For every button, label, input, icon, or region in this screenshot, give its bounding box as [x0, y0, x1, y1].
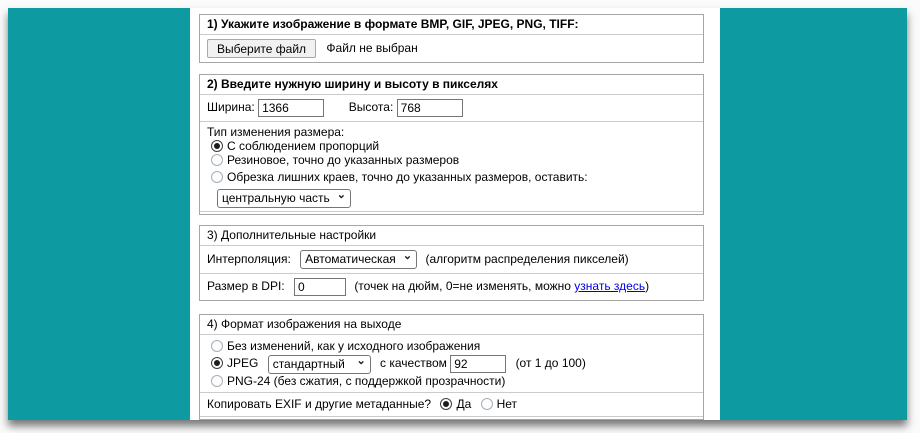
resize-option-stretch[interactable]: Резиновое, точно до указанных размеров	[207, 153, 696, 167]
page-background: 1) Укажите изображение в формате BMP, GI…	[8, 8, 907, 420]
format-option-png[interactable]: PNG-24 (без сжатия, с поддержкой прозрач…	[207, 374, 696, 388]
file-status-text: Файл не выбран	[326, 41, 417, 55]
resize-option-proportional[interactable]: С соблюдением пропорций	[207, 139, 696, 153]
resize-option-crop[interactable]: Обрезка лишних краев, точно до указанных…	[207, 167, 696, 208]
height-input[interactable]	[397, 99, 463, 117]
resize-type-label: Тип изменения размера:	[207, 125, 696, 139]
jpeg-quality-input[interactable]	[450, 355, 506, 373]
format-option-label[interactable]: Без изменений, как у исходного изображен…	[227, 339, 480, 353]
radio-unchecked-icon[interactable]	[211, 154, 223, 166]
radio-checked-icon[interactable]	[211, 357, 223, 369]
exif-question: Копировать EXIF и другие метаданные?	[207, 397, 431, 411]
jpeg-quality-hint: (от 1 до 100)	[516, 356, 586, 370]
dpi-info-link[interactable]: узнать здесь	[574, 279, 645, 293]
exif-row: Копировать EXIF и другие метаданные? Да …	[200, 392, 703, 416]
dpi-hint-prefix: (точек на дюйм, 0=не изменять, можно	[354, 279, 571, 293]
width-input[interactable]	[258, 99, 324, 117]
format-option-jpeg[interactable]: JPEG стандартный с качеством (от 1 до 10…	[207, 353, 696, 374]
section-output-title: 4) Формат изображения на выходе	[200, 315, 703, 334]
dpi-hint: (точек на дюйм, 0=не изменять, можно узн…	[354, 279, 649, 293]
jpeg-preset-select-wrap: стандартный	[268, 354, 371, 374]
interpolation-select[interactable]: Автоматическая	[300, 250, 417, 269]
dimensions-inputs-row: Ширина: Высота:	[200, 94, 703, 121]
width-label: Ширина:	[207, 100, 255, 114]
dpi-hint-suffix: )	[645, 279, 649, 293]
interpolation-select-wrap: Автоматическая	[300, 250, 417, 269]
section-upload: 1) Укажите изображение в формате BMP, GI…	[199, 14, 704, 63]
section-output: 4) Формат изображения на выходе Без изме…	[199, 314, 704, 420]
section-dimensions: 2) Введите нужную ширину и высоту в пикс…	[199, 74, 704, 215]
exif-no-option[interactable]: Нет	[481, 397, 517, 411]
divider	[200, 211, 703, 214]
interpolation-hint: (алгоритм распределения пикселей)	[425, 252, 628, 266]
jpeg-preset-select[interactable]: стандартный	[268, 355, 371, 374]
exif-no-label[interactable]: Нет	[497, 397, 517, 411]
interpolation-row: Интерполяция: Автоматическая (алгоритм р…	[200, 245, 703, 273]
dpi-input[interactable]	[294, 278, 346, 296]
format-option-label[interactable]: JPEG	[227, 356, 258, 370]
choose-file-button[interactable]: Выберите файл	[207, 39, 316, 58]
resize-option-label[interactable]: Обрезка лишних краев, точно до указанных…	[227, 170, 588, 184]
divider	[200, 416, 703, 419]
exif-yes-option[interactable]: Да	[440, 397, 474, 411]
jpeg-quality-label: с качеством	[380, 356, 447, 370]
page: 1) Укажите изображение в формате BMP, GI…	[0, 0, 920, 433]
crop-keep-select[interactable]: центральную часть	[217, 189, 351, 208]
file-input-row: Выберите файл Файл не выбран	[200, 34, 703, 62]
height-label: Высота:	[349, 100, 394, 114]
resize-option-label[interactable]: Резиновое, точно до указанных размеров	[227, 153, 459, 167]
radio-unchecked-icon[interactable]	[481, 398, 493, 410]
radio-unchecked-icon[interactable]	[211, 340, 223, 352]
section-advanced-title: 3) Дополнительные настройки	[200, 226, 703, 245]
radio-checked-icon[interactable]	[211, 140, 223, 152]
form-column: 1) Укажите изображение в формате BMP, GI…	[190, 8, 720, 420]
resize-type-group: Тип изменения размера: С соблюдением про…	[200, 121, 703, 211]
section-advanced: 3) Дополнительные настройки Интерполяция…	[199, 225, 704, 301]
section-upload-title: 1) Укажите изображение в формате BMP, GI…	[200, 15, 703, 34]
format-option-label[interactable]: PNG-24 (без сжатия, с поддержкой прозрач…	[227, 374, 505, 388]
radio-unchecked-icon[interactable]	[211, 171, 223, 183]
radio-unchecked-icon[interactable]	[211, 375, 223, 387]
crop-keep-select-wrap: центральную часть	[217, 188, 351, 208]
interpolation-label: Интерполяция:	[207, 252, 291, 266]
output-format-group: Без изменений, как у исходного изображен…	[200, 334, 703, 392]
section-dimensions-title: 2) Введите нужную ширину и высоту в пикс…	[200, 75, 703, 94]
exif-yes-label[interactable]: Да	[456, 397, 471, 411]
dpi-label: Размер в DPI:	[207, 279, 285, 293]
format-option-unchanged[interactable]: Без изменений, как у исходного изображен…	[207, 339, 696, 353]
dpi-row: Размер в DPI: (точек на дюйм, 0=не измен…	[200, 273, 703, 300]
resize-option-label[interactable]: С соблюдением пропорций	[227, 139, 379, 153]
radio-checked-icon[interactable]	[440, 398, 452, 410]
